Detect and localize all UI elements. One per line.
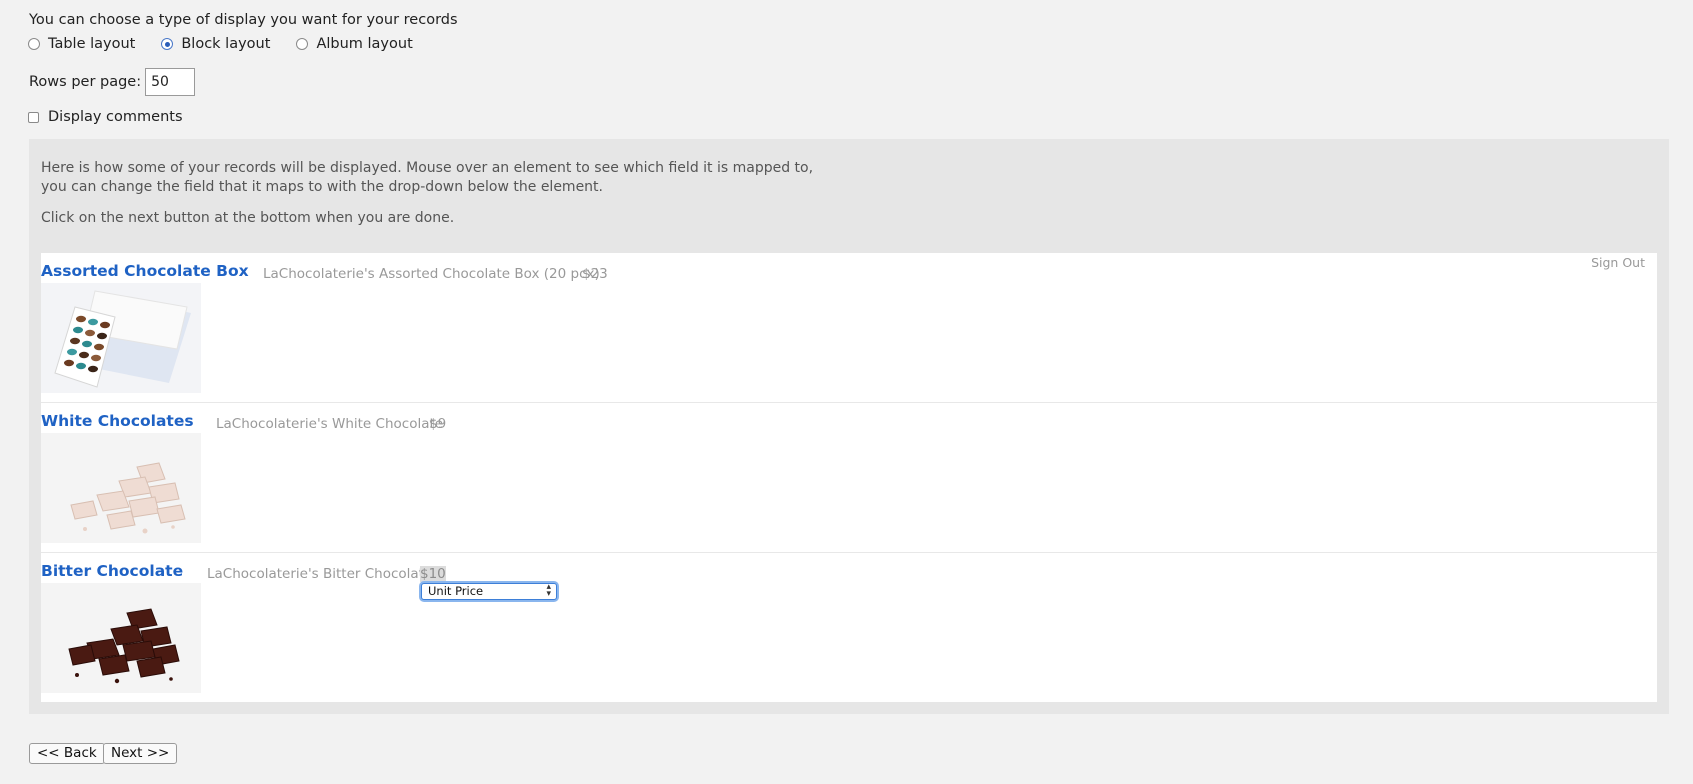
record-title[interactable]: Bitter Chocolate <box>41 562 183 580</box>
display-comments-checkbox[interactable] <box>28 111 39 123</box>
rows-per-page-label: Rows per page: <box>29 74 142 90</box>
help-text: Here is how some of your records will be… <box>41 159 841 240</box>
record-title[interactable]: Assorted Chocolate Box <box>41 262 249 280</box>
album-layout-label: Album layout <box>316 36 413 52</box>
back-button[interactable]: << Back <box>29 743 105 764</box>
preview-panel: Here is how some of your records will be… <box>29 139 1669 714</box>
rows-per-page: Rows per page: <box>29 68 196 96</box>
field-mapping-select-value: Unit Price <box>428 584 484 598</box>
block-layout-label: Block layout <box>181 36 271 52</box>
select-arrows-icon: ▴ ▾ <box>546 582 551 599</box>
record-item: White Chocolates LaChocolaterie's White … <box>41 402 1657 553</box>
record-price[interactable]: $9 <box>429 416 446 432</box>
block-layout-radio[interactable]: Block layout <box>161 36 270 52</box>
table-layout-radio-dot[interactable] <box>28 38 40 50</box>
block-layout-radio-dot[interactable] <box>161 38 174 50</box>
help-line-2: Click on the next button at the bottom w… <box>41 210 455 226</box>
layout-options: Table layout Block layout Album layout <box>28 36 439 52</box>
records-preview: Sign Out Assorted Chocolate Box LaChocol… <box>41 253 1657 702</box>
dark-chocolate-image <box>41 583 201 693</box>
chocolate-box-image <box>41 283 201 393</box>
display-comments-toggle[interactable]: Display comments <box>28 109 183 125</box>
field-mapping-select[interactable]: Unit Price ▴ ▾ <box>421 583 557 600</box>
album-layout-radio[interactable]: Album layout <box>296 36 413 52</box>
display-comments-label: Display comments <box>48 109 183 125</box>
intro-text: You can choose a type of display you wan… <box>29 12 458 28</box>
record-title[interactable]: White Chocolates <box>41 412 194 430</box>
record-item: Assorted Chocolate Box LaChocolaterie's … <box>41 253 1657 403</box>
next-button[interactable]: Next >> <box>103 743 178 764</box>
record-price[interactable]: $10 <box>420 566 446 582</box>
record-description[interactable]: LaChocolaterie's Assorted Chocolate Box … <box>263 266 600 282</box>
help-line-1: Here is how some of your records will be… <box>41 160 814 195</box>
table-layout-radio[interactable]: Table layout <box>28 36 135 52</box>
white-chocolate-image <box>41 433 201 543</box>
record-item: Bitter Chocolate LaChocolaterie's Bitter… <box>41 552 1657 703</box>
rows-per-page-input[interactable] <box>145 68 196 96</box>
record-price[interactable]: $23 <box>582 266 608 282</box>
record-description[interactable]: LaChocolaterie's Bitter Chocolate <box>207 566 432 582</box>
table-layout-label: Table layout <box>48 36 136 52</box>
record-description[interactable]: LaChocolaterie's White Chocolate <box>216 416 443 432</box>
album-layout-radio-dot[interactable] <box>296 38 309 50</box>
